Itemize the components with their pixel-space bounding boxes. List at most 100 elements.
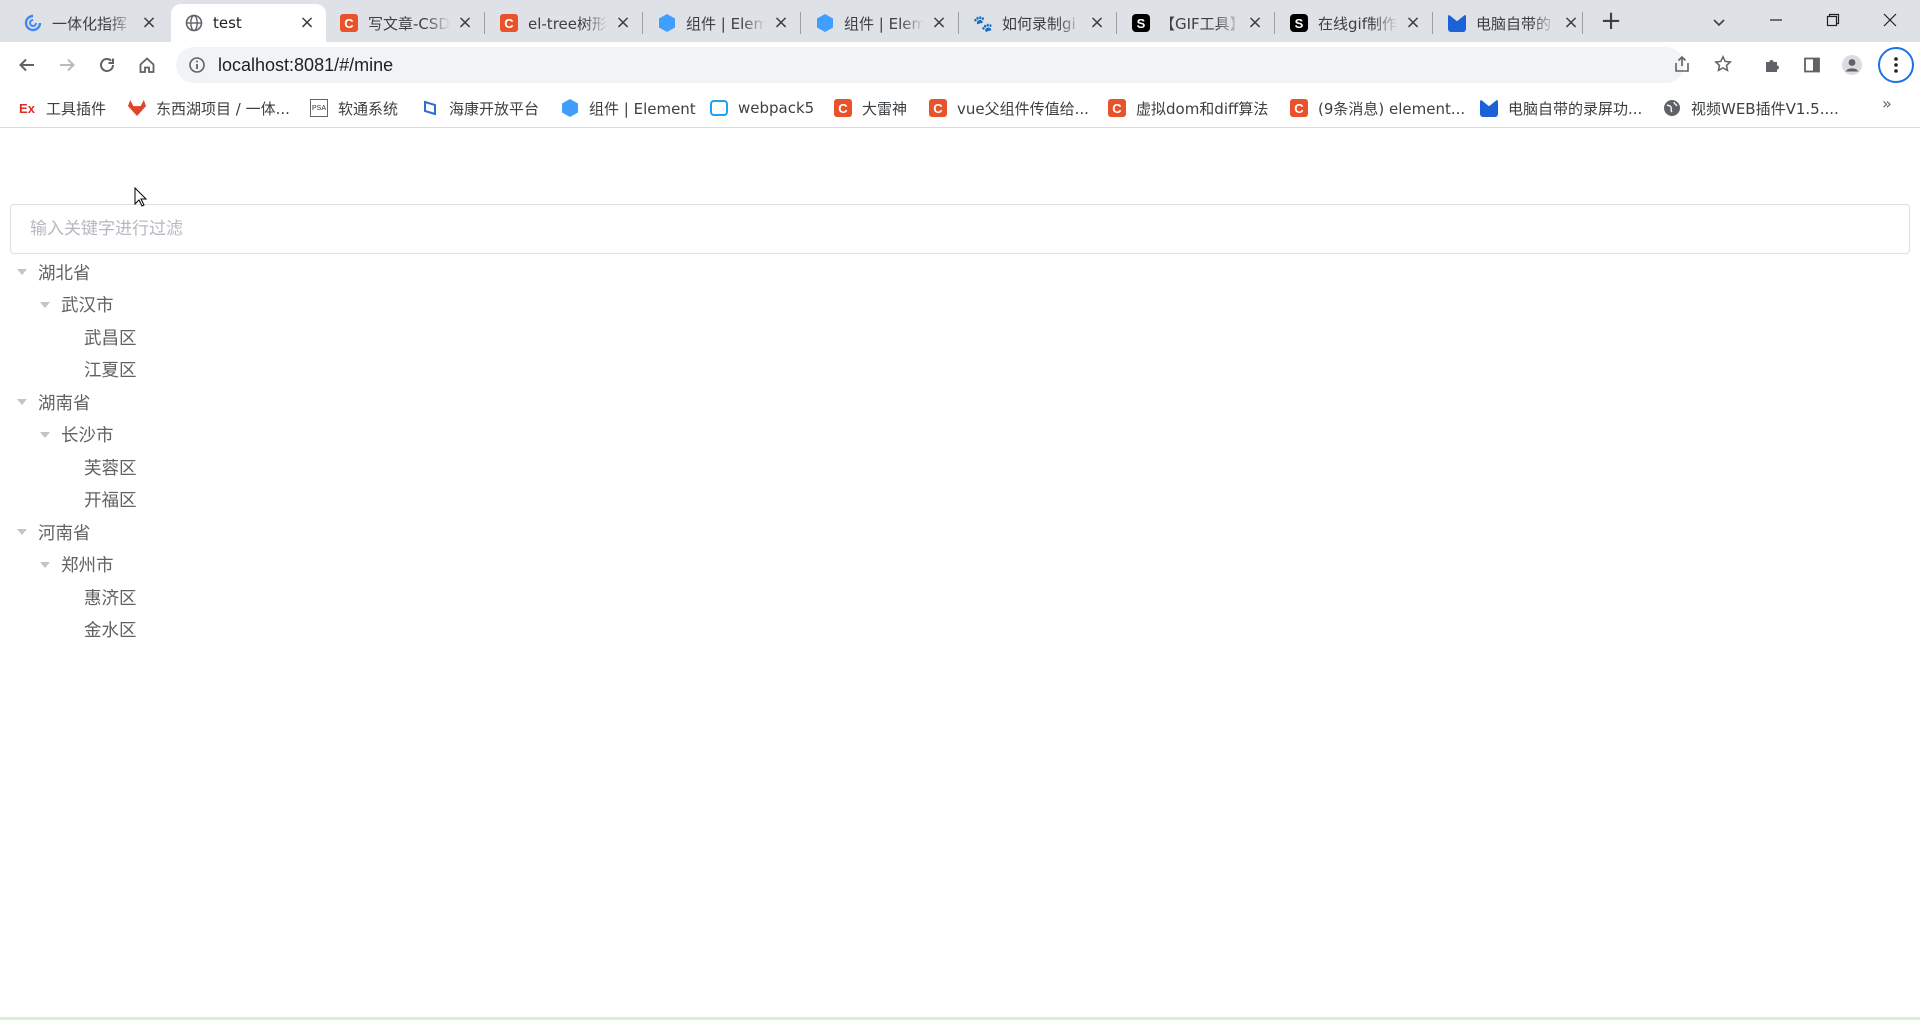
tree-node-city[interactable]: 郑州市 <box>10 549 1910 582</box>
back-button[interactable] <box>11 49 43 81</box>
bookmark-item[interactable]: Ex 工具插件 <box>18 96 106 120</box>
close-icon[interactable]: × <box>1088 14 1106 32</box>
share-button[interactable] <box>1668 50 1696 78</box>
bookmark-item[interactable]: C vue父组件传值给... <box>929 96 1089 120</box>
side-panel-icon <box>1804 57 1820 73</box>
tab-1[interactable]: test × <box>171 4 326 42</box>
tree-node-label: 长沙市 <box>61 426 114 447</box>
browser-menu-button[interactable] <box>1878 47 1914 83</box>
caret-down-icon[interactable] <box>33 423 57 447</box>
bookmark-label: 软通系统 <box>338 99 399 118</box>
minimize-button[interactable] <box>1748 0 1804 40</box>
bookmarks-overflow-button[interactable]: » <box>1882 94 1892 113</box>
bookmark-label: webpack5 <box>738 99 815 117</box>
gitlab-icon <box>128 99 146 117</box>
mouse-cursor-icon <box>134 187 148 207</box>
forward-button[interactable] <box>51 49 83 81</box>
page-content: 湖北省 武汉市 武昌区 江夏区 湖南省 长沙市 芙蓉区 开福区 <box>0 129 1920 1018</box>
new-tab-button[interactable]: + <box>1596 6 1626 36</box>
psa-icon: PSA <box>310 99 328 117</box>
caret-down-icon[interactable] <box>10 260 34 284</box>
s-icon: S <box>1290 14 1308 32</box>
close-icon[interactable]: × <box>456 14 474 32</box>
side-panel-button[interactable] <box>1798 51 1826 79</box>
bookmark-item[interactable]: 电脑自带的录屏功... <box>1480 96 1642 120</box>
tab-3[interactable]: C el-tree树形 × <box>486 4 642 42</box>
more-vertical-icon <box>1894 57 1898 73</box>
caret-down-icon[interactable] <box>10 390 34 414</box>
tab-9[interactable]: 电脑自带的 × <box>1434 4 1590 42</box>
tree-node-province[interactable]: 湖北省 <box>10 256 1910 289</box>
tree-node-label: 芙蓉区 <box>84 458 137 479</box>
profile-button[interactable] <box>1838 51 1866 79</box>
address-bar[interactable]: localhost:8081/#/mine <box>176 47 1684 83</box>
close-icon[interactable]: × <box>1404 14 1422 32</box>
bookmark-item[interactable]: C 大雷神 <box>834 96 907 120</box>
tree-node-district[interactable]: 江夏区 <box>10 354 1910 387</box>
tree-node-label: 金水区 <box>84 621 137 642</box>
bookmark-item[interactable]: C 虚拟dom和diff算法 <box>1108 96 1268 120</box>
tree-node-label: 江夏区 <box>84 361 137 382</box>
tree-node-city[interactable]: 武汉市 <box>10 289 1910 322</box>
tab-title: 写文章-CSDN <box>368 14 450 33</box>
tab-title: 组件 | Elem <box>686 14 766 33</box>
bookmark-item[interactable]: C (9条消息) element... <box>1290 96 1465 120</box>
tree-node-province[interactable]: 湖南省 <box>10 386 1910 419</box>
tab-4[interactable]: 组件 | Elem × <box>644 4 800 42</box>
baidu-icon: 🐾 <box>973 13 993 33</box>
bookmark-item[interactable]: webpack5 <box>710 96 814 120</box>
tree-node-label: 湖南省 <box>38 393 91 414</box>
bookmark-item[interactable]: PSA 软通系统 <box>310 96 398 120</box>
tree-node-city[interactable]: 长沙市 <box>10 419 1910 452</box>
tab-search-button[interactable] <box>1705 8 1733 36</box>
element-icon <box>658 14 676 32</box>
caret-down-icon[interactable] <box>33 293 57 317</box>
tab-8[interactable]: S 在线gif制作 × <box>1276 4 1432 42</box>
tree-node-province[interactable]: 河南省 <box>10 516 1910 549</box>
close-icon[interactable]: × <box>614 14 632 32</box>
restore-button[interactable] <box>1805 0 1861 40</box>
tree-node-label: 惠济区 <box>84 588 137 609</box>
tree-node-label: 武汉市 <box>61 296 114 317</box>
close-icon[interactable]: × <box>298 14 316 32</box>
arrow-left-icon <box>19 58 34 72</box>
tab-6[interactable]: 🐾 如何录制gi × <box>960 4 1116 42</box>
tab-title: 【GIF工具】 <box>1160 14 1240 33</box>
tree-node-district[interactable]: 惠济区 <box>10 581 1910 614</box>
tree-node-district[interactable]: 芙蓉区 <box>10 451 1910 484</box>
bookmark-item[interactable]: 东西湖项目 / 一体... <box>128 96 290 120</box>
tab-0[interactable]: 一体化指挥 × <box>10 4 168 42</box>
bookmark-star-button[interactable] <box>1709 50 1737 78</box>
filter-input[interactable] <box>10 204 1910 254</box>
caret-down-icon[interactable] <box>33 553 57 577</box>
csdn-icon: C <box>340 14 358 32</box>
close-icon[interactable]: × <box>1246 14 1264 32</box>
tree-node-district[interactable]: 金水区 <box>10 614 1910 647</box>
star-icon <box>1714 55 1732 72</box>
tree-node-district[interactable]: 武昌区 <box>10 321 1910 354</box>
tree-node-district[interactable]: 开福区 <box>10 484 1910 517</box>
url-text: localhost:8081/#/mine <box>218 54 394 75</box>
close-icon[interactable]: × <box>930 14 948 32</box>
info-icon[interactable] <box>188 56 206 74</box>
close-icon[interactable]: × <box>140 14 158 32</box>
extensions-button[interactable] <box>1758 51 1786 79</box>
window-close-button[interactable] <box>1862 0 1918 40</box>
tab-7[interactable]: S 【GIF工具】 × <box>1118 4 1274 42</box>
bookmark-label: 组件 | Element <box>589 99 696 118</box>
bookmark-item[interactable]: 海康开放平台 <box>421 96 539 120</box>
reload-button[interactable] <box>91 49 123 81</box>
blue-icon <box>1480 99 1498 117</box>
home-icon <box>139 57 155 73</box>
close-icon[interactable]: × <box>1562 14 1580 32</box>
region-tree: 湖北省 武汉市 武昌区 江夏区 湖南省 长沙市 芙蓉区 开福区 河南省 郑州市 … <box>10 256 1910 646</box>
blue-icon <box>1448 14 1466 32</box>
bookmark-label: 视频WEB插件V1.5.... <box>1691 99 1839 118</box>
bookmark-item[interactable]: 视频WEB插件V1.5.... <box>1663 96 1839 120</box>
home-button[interactable] <box>131 49 163 81</box>
bookmark-item[interactable]: 组件 | Element <box>561 96 696 120</box>
tab-5[interactable]: 组件 | Elem × <box>802 4 958 42</box>
close-icon[interactable]: × <box>772 14 790 32</box>
caret-down-icon[interactable] <box>10 520 34 544</box>
tab-2[interactable]: C 写文章-CSDN × <box>326 4 484 42</box>
